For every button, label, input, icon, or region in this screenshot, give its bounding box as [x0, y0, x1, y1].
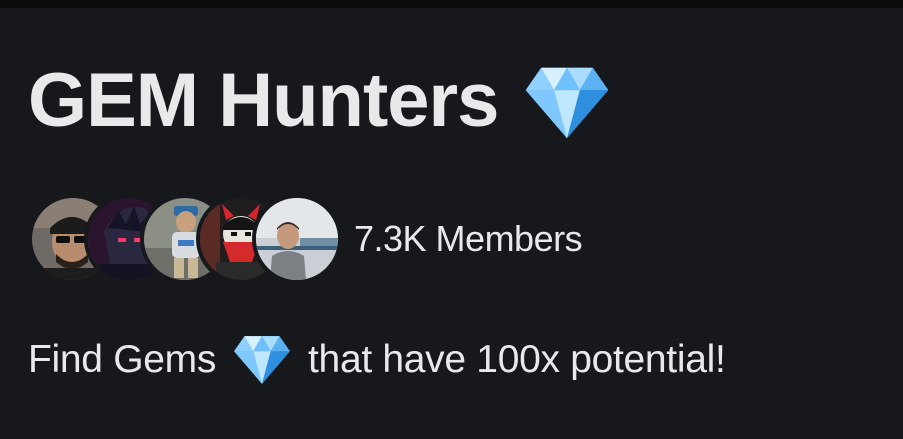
description-text-start: Find Gems [28, 338, 217, 381]
member-avatar-5 [252, 194, 342, 284]
member-count[interactable]: 7.3K Members [354, 218, 583, 260]
community-title: GEM Hunters [28, 58, 499, 143]
gem-icon [526, 67, 609, 139]
community-description: Find Gems that have 100x potential! [28, 330, 726, 390]
gem-icon [234, 336, 290, 384]
description-text-end: that have 100x potential! [308, 338, 726, 381]
member-avatar-stack[interactable] [28, 194, 342, 284]
members-row[interactable]: 7.3K Members [28, 194, 583, 284]
top-bar-strip [0, 0, 903, 8]
community-title-row: GEM Hunters [28, 56, 610, 146]
